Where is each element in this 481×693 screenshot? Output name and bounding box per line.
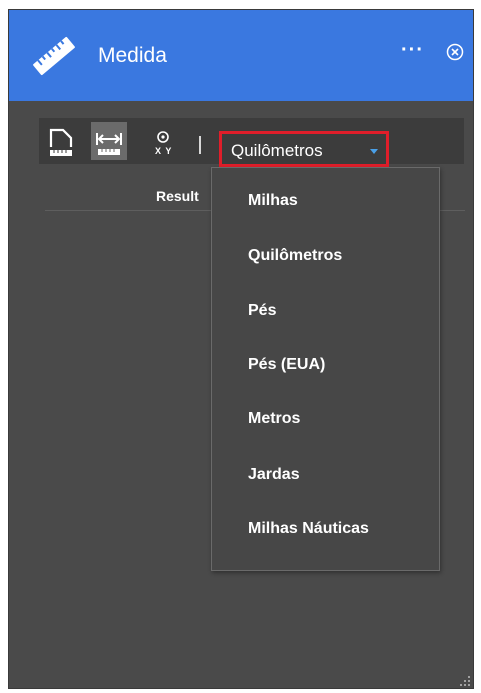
unit-select-value: Quilômetros — [231, 141, 323, 160]
area-tool-button[interactable] — [43, 122, 79, 160]
toolbar-divider — [199, 136, 201, 154]
unit-option-milhas-nauticas[interactable]: Milhas Náuticas — [248, 517, 369, 541]
chevron-down-icon — [370, 149, 378, 154]
area-measure-icon — [49, 128, 73, 156]
unit-option-quilometros[interactable]: Quilômetros — [248, 244, 342, 268]
unit-option-jardas[interactable]: Jardas — [248, 463, 300, 487]
location-tool-button[interactable]: X Y — [147, 122, 183, 160]
location-tool-label: X Y — [155, 146, 173, 156]
unit-option-metros[interactable]: Metros — [248, 407, 300, 431]
unit-option-milhas[interactable]: Milhas — [248, 189, 298, 213]
unit-option-pes[interactable]: Pés — [248, 299, 276, 323]
close-circle-icon[interactable] — [446, 43, 464, 61]
resize-grip-icon[interactable] — [457, 673, 471, 687]
widget-header: Medida ··· — [9, 10, 473, 101]
more-options-button[interactable]: ··· — [401, 40, 424, 60]
distance-tool-button[interactable] — [91, 122, 127, 160]
unit-select-dropdown[interactable]: Quilômetros — [219, 131, 389, 167]
unit-option-pes-eua[interactable]: Pés (EUA) — [248, 353, 325, 377]
unit-options-menu: Milhas Quilômetros Pés Pés (EUA) Metros … — [211, 167, 440, 571]
measurement-widget: Medida ··· X Y Quilômetros Result Milhas… — [8, 9, 474, 689]
ruler-icon — [33, 36, 75, 76]
results-header: Result — [156, 188, 199, 204]
widget-title: Medida — [98, 44, 167, 67]
distance-measure-icon — [96, 133, 122, 155]
